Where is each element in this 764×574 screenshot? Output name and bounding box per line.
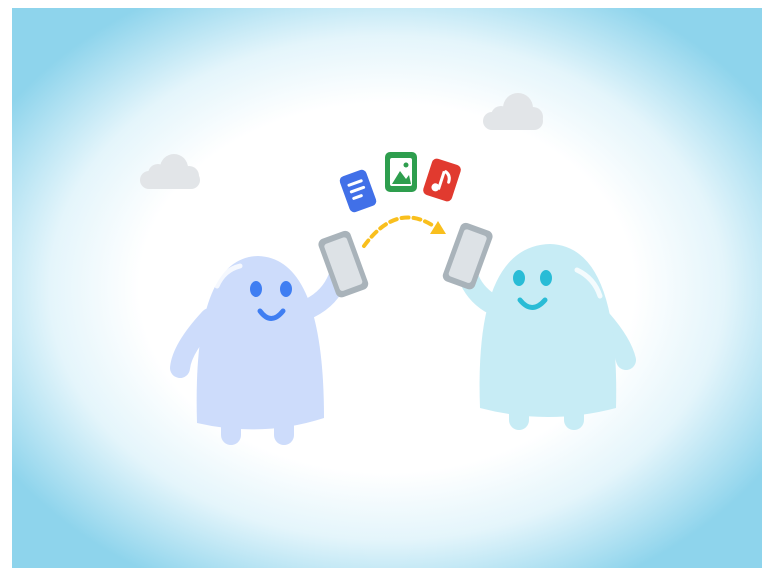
photo-icon bbox=[385, 152, 417, 192]
left-eye-right bbox=[280, 281, 292, 297]
sky-background bbox=[12, 8, 762, 568]
left-eye-left bbox=[250, 281, 262, 297]
right-eye-right bbox=[540, 270, 552, 286]
file-sharing-illustration bbox=[12, 8, 762, 568]
right-eye-left bbox=[513, 270, 525, 286]
illustration-frame bbox=[12, 8, 762, 568]
